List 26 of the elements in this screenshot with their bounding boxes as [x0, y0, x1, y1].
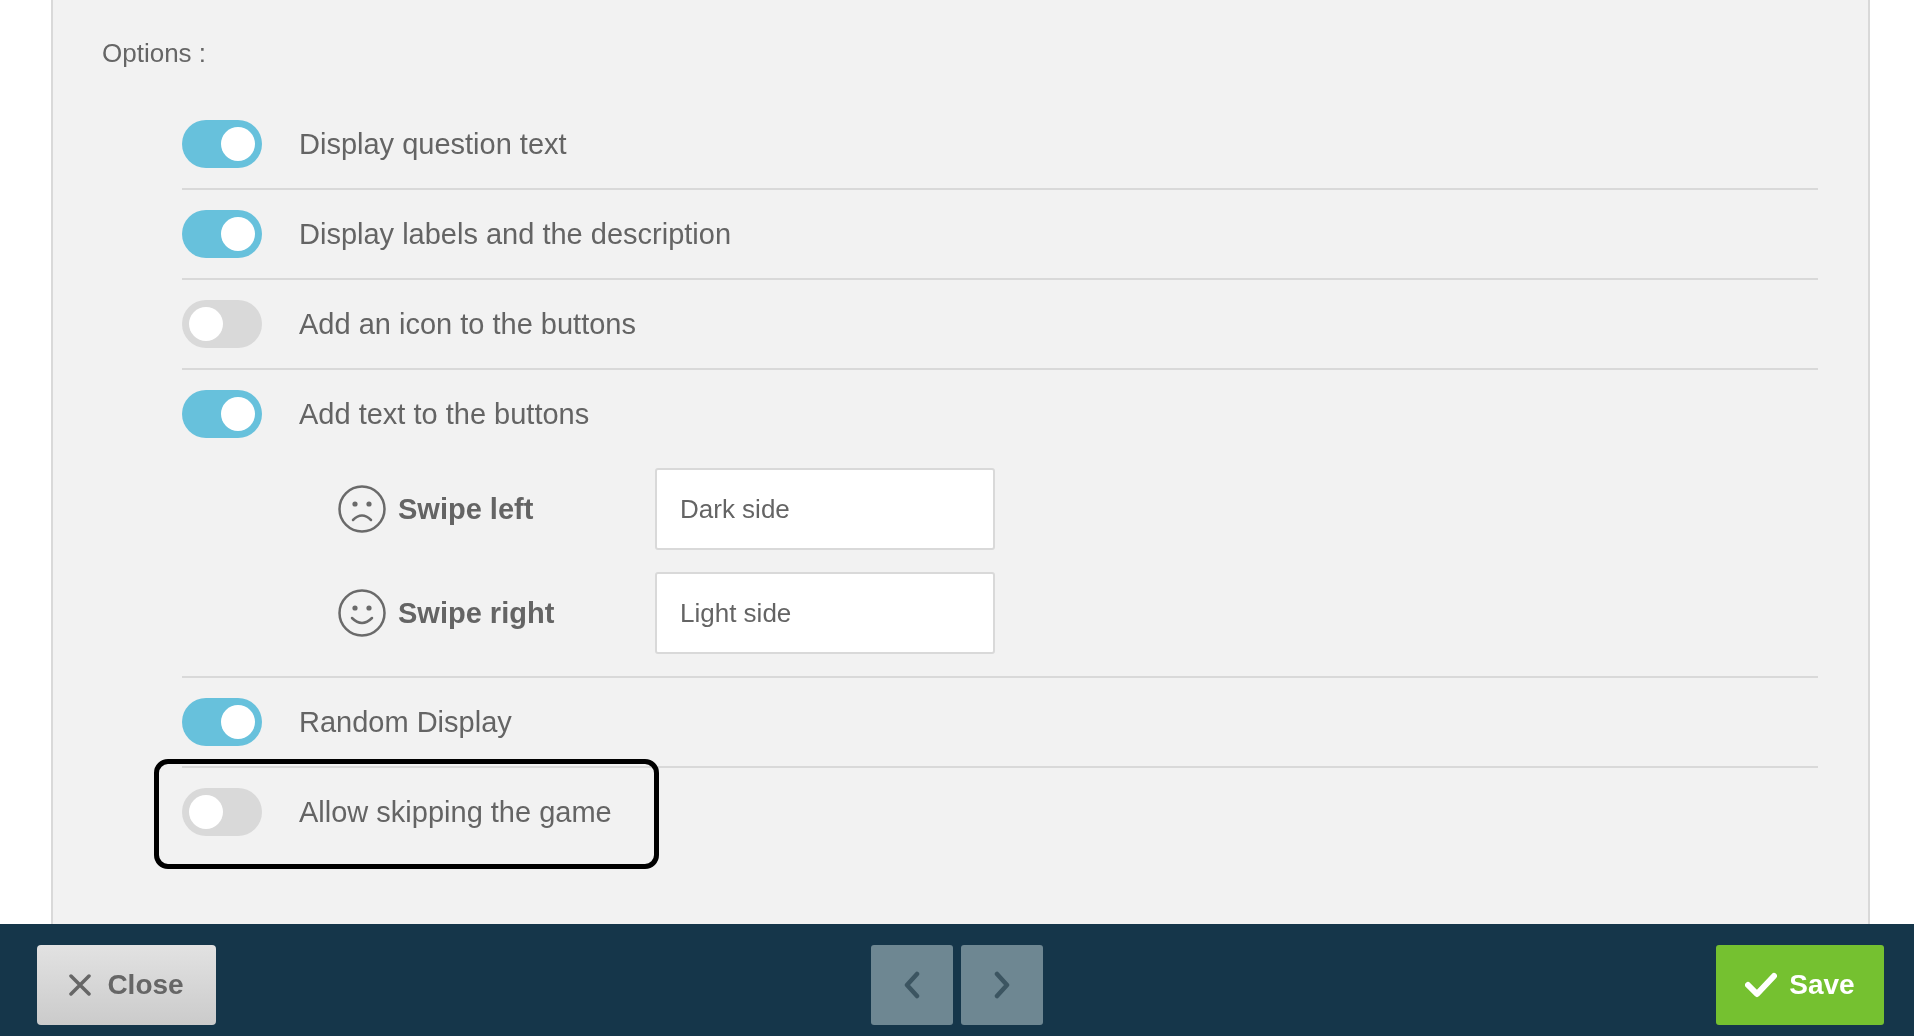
- option-label: Add text to the buttons: [299, 397, 590, 431]
- toggle-switch[interactable]: [182, 120, 262, 168]
- option-label: Add an icon to the buttons: [299, 307, 636, 341]
- swipe-label: Swipe left: [398, 492, 534, 526]
- option-label: Allow skipping the game: [299, 795, 612, 829]
- toggle-switch[interactable]: [182, 390, 262, 438]
- toggle-switch[interactable]: [182, 210, 262, 258]
- previous-button[interactable]: [871, 945, 953, 1025]
- checkmark-icon: [1745, 972, 1778, 998]
- chevron-left-icon: [904, 971, 920, 999]
- toggle-switch[interactable]: [182, 300, 262, 348]
- options-heading: Options :: [102, 38, 207, 68]
- chevron-right-icon: [994, 971, 1010, 999]
- next-button[interactable]: [961, 945, 1043, 1025]
- option-label: Random Display: [299, 705, 512, 739]
- smiley-face-icon: [338, 589, 386, 637]
- text-input[interactable]: Dark side: [655, 468, 995, 550]
- close-button[interactable]: Close: [37, 945, 216, 1025]
- toggle-switch[interactable]: [182, 698, 262, 746]
- sad-face-icon: [338, 485, 386, 533]
- option-label: Display question text: [299, 127, 567, 161]
- text-input[interactable]: Light side: [655, 572, 995, 654]
- toggle-switch[interactable]: [182, 788, 262, 836]
- option-label: Display labels and the description: [299, 217, 732, 251]
- swipe-label: Swipe right: [398, 596, 555, 630]
- close-icon: [69, 974, 92, 996]
